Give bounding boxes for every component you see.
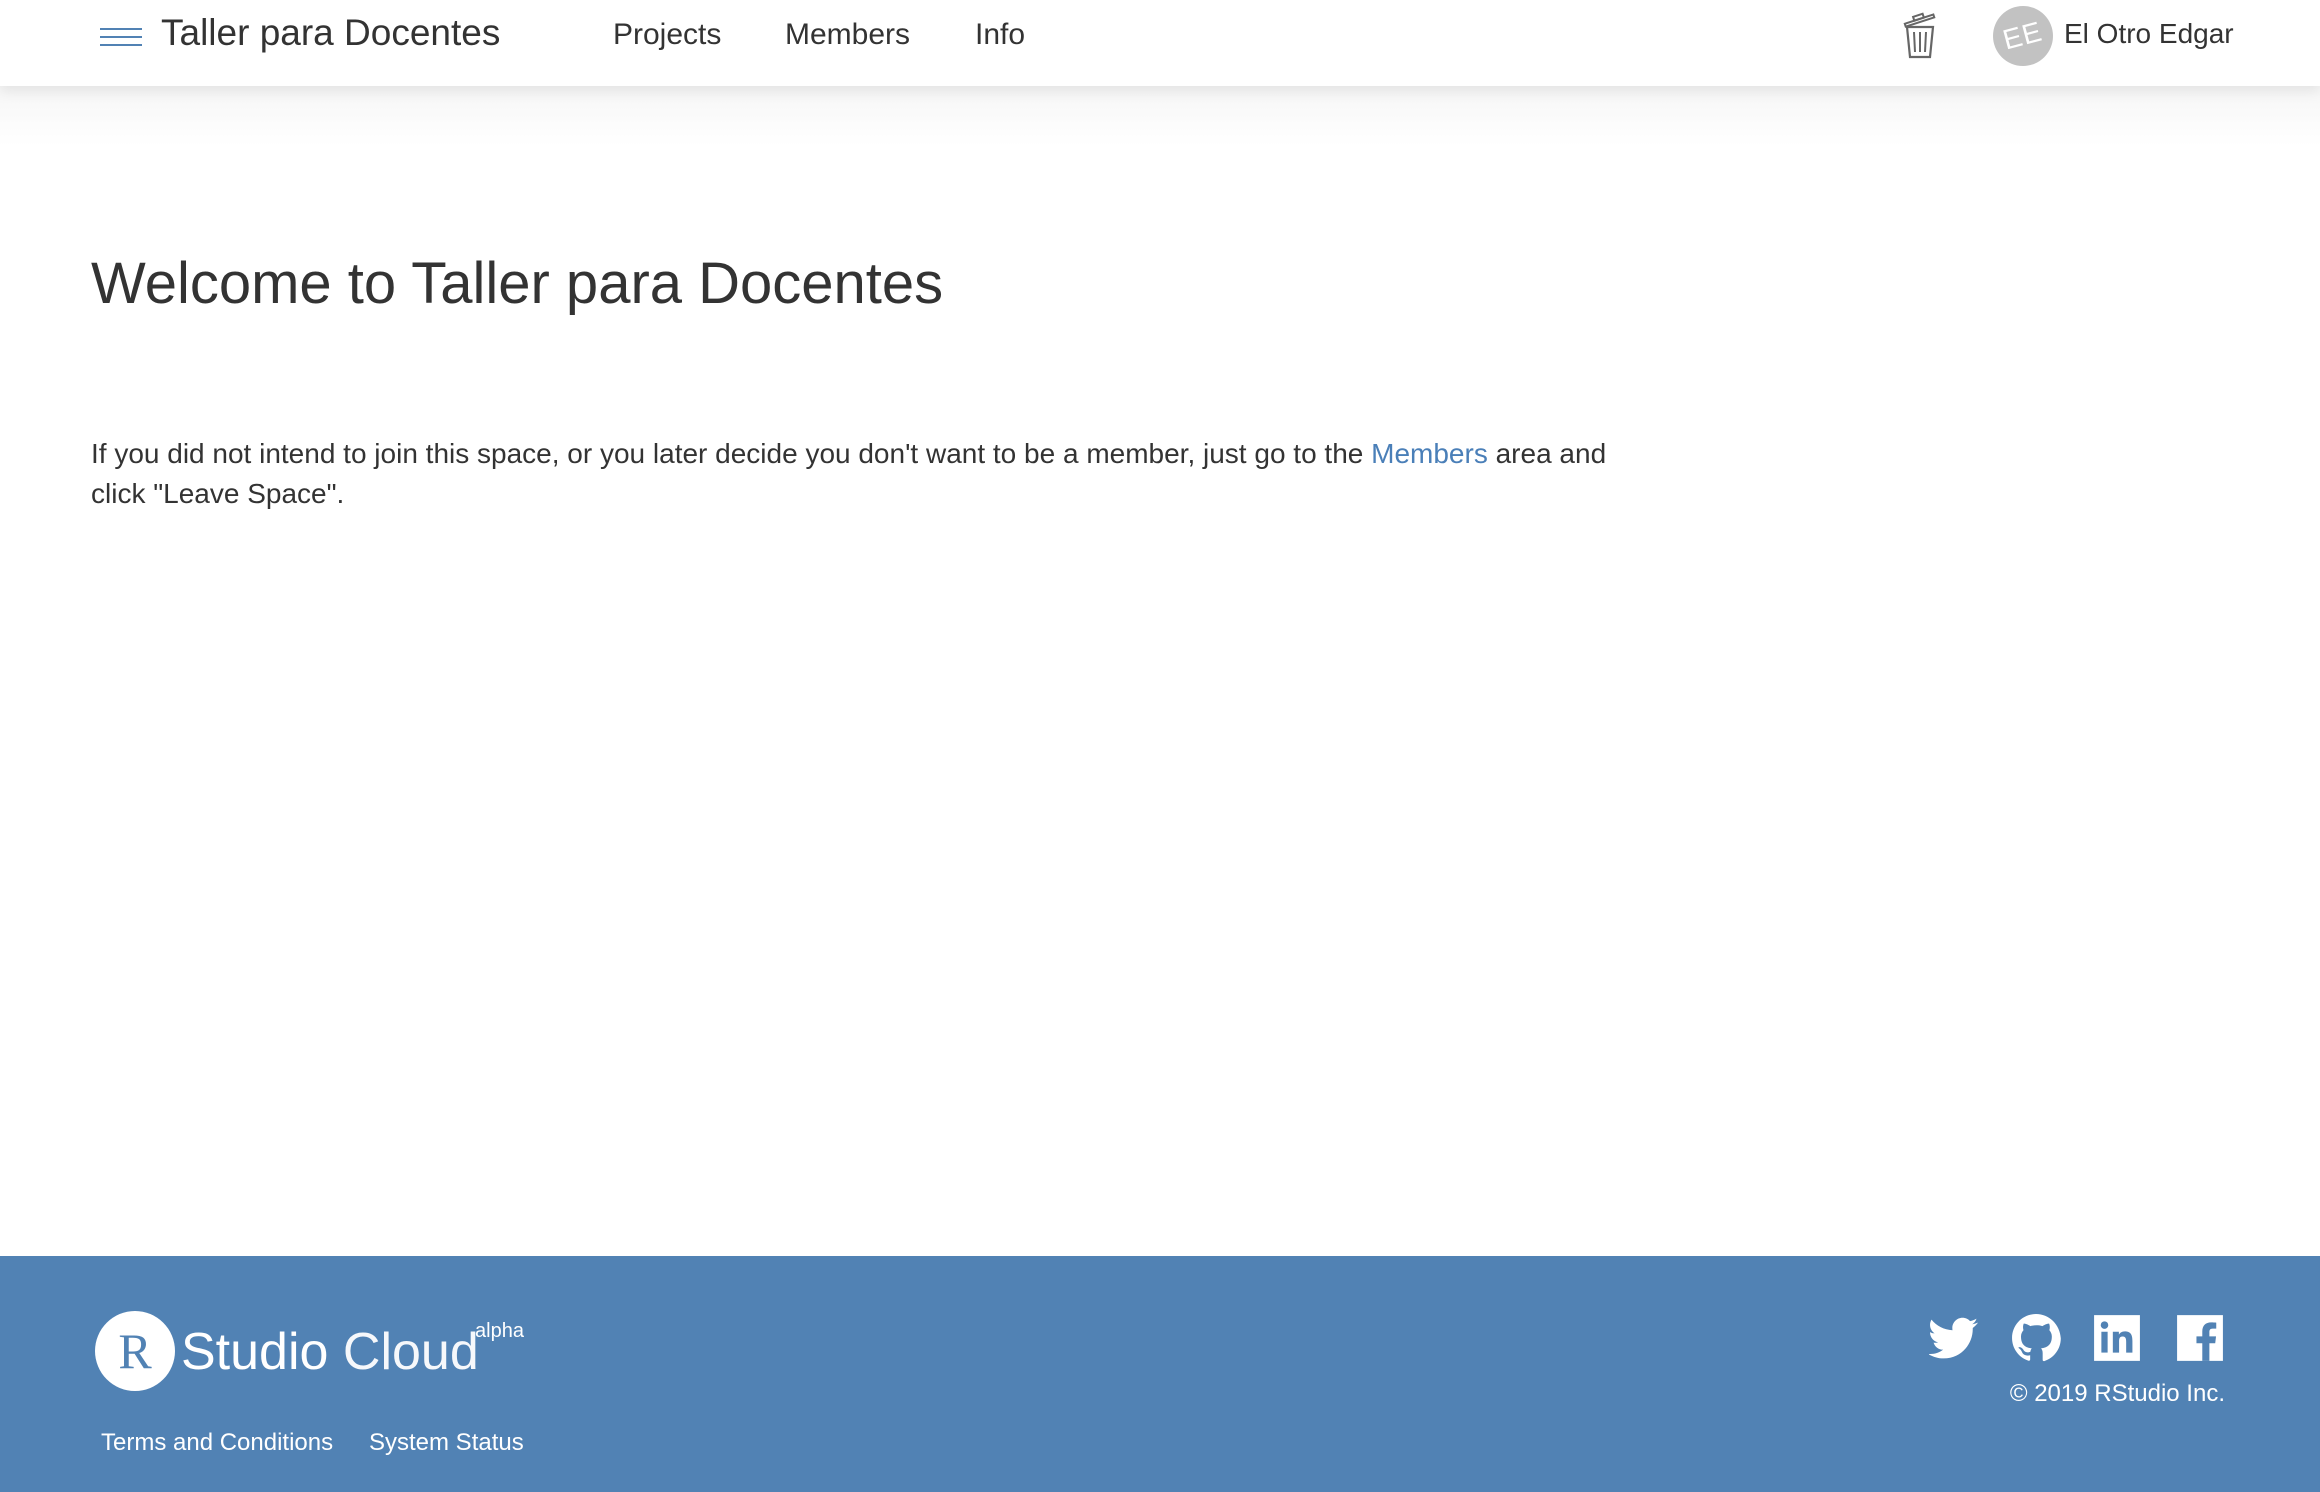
facebook-icon[interactable]: [2175, 1313, 2225, 1363]
logo-cloud: Cloud: [342, 1323, 479, 1381]
info-text-start: If you did not intend to join this space…: [91, 438, 1372, 469]
logo-letter: R: [118, 1323, 152, 1379]
space-title[interactable]: Taller para Docentes: [161, 12, 500, 54]
github-icon[interactable]: [2011, 1313, 2061, 1363]
hamburger-menu-icon[interactable]: [100, 24, 144, 50]
terms-link[interactable]: Terms and Conditions: [101, 1429, 333, 1457]
copyright: © 2019 RStudio Inc.: [2009, 1380, 2225, 1407]
trash-icon[interactable]: [1900, 10, 1940, 60]
nav-projects[interactable]: Projects: [613, 18, 721, 52]
header-shadow: [0, 86, 2320, 146]
footer: R Studio Cloud alpha Terms and Condition…: [0, 1256, 2320, 1492]
logo-studio: Studio: [181, 1323, 329, 1381]
twitter-icon[interactable]: [1927, 1313, 1979, 1363]
top-navbar: Taller para Docentes Projects Members In…: [0, 0, 2320, 86]
members-link[interactable]: Members: [1371, 438, 1488, 469]
leave-space-info: If you did not intend to join this space…: [91, 434, 1651, 514]
page-title: Welcome to Taller para Docentes: [91, 251, 944, 316]
rstudio-logo-icon: R: [95, 1311, 175, 1391]
rstudio-cloud-logo: Studio Cloud: [181, 1322, 479, 1382]
avatar[interactable]: EE: [1993, 6, 2053, 66]
alpha-badge: alpha: [475, 1320, 524, 1342]
system-status-link[interactable]: System Status: [369, 1429, 524, 1457]
nav-info[interactable]: Info: [975, 18, 1025, 52]
avatar-initials: EE: [1999, 15, 2046, 56]
nav-members[interactable]: Members: [785, 18, 910, 52]
linkedin-icon[interactable]: [2092, 1313, 2142, 1363]
user-name[interactable]: El Otro Edgar: [2064, 18, 2234, 50]
